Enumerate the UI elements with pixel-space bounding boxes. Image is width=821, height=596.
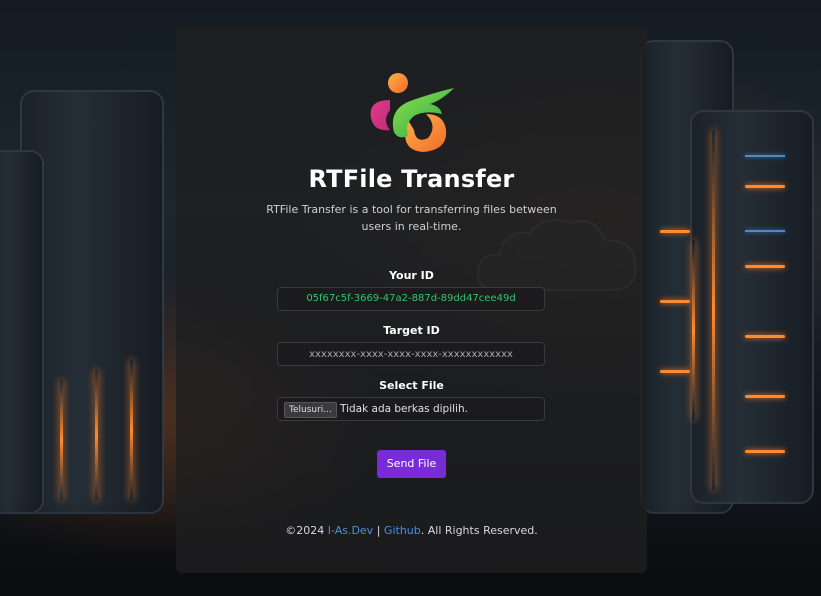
rack-slot — [745, 395, 785, 398]
rack-slot — [745, 265, 785, 268]
rack-slot — [745, 335, 785, 338]
server-rack-far-left — [0, 150, 44, 514]
app-description: RTFile Transfer is a tool for transferri… — [266, 203, 557, 233]
copyright-text: ©2024 — [285, 524, 325, 537]
file-input[interactable]: Telusuri... Tidak ada berkas dipilih. — [277, 397, 545, 421]
server-rack-far-right — [690, 110, 814, 504]
rack-slot — [660, 300, 690, 303]
rights-text: . All Rights Reserved. — [420, 524, 538, 537]
rtfile-logo-icon — [370, 73, 454, 152]
target-id-label: Target ID — [383, 324, 440, 337]
your-id-label: Your ID — [389, 269, 434, 282]
rack-slot — [660, 230, 690, 233]
glow-line — [60, 380, 63, 500]
send-file-button[interactable]: Send File — [377, 450, 446, 478]
rack-slot — [660, 370, 690, 373]
page-title: RTFile Transfer — [308, 165, 515, 193]
rack-slot — [745, 230, 785, 232]
rack-slot — [745, 450, 785, 453]
target-id-input[interactable] — [277, 342, 545, 366]
file-status-text: Tidak ada berkas dipilih. — [340, 403, 468, 415]
select-file-label: Select File — [379, 379, 444, 392]
glow-line — [130, 360, 133, 500]
rack-slot — [745, 185, 785, 188]
glow-line — [692, 240, 695, 420]
your-id-field[interactable]: 05f67c5f-3669-47a2-887d-89dd47cee49d — [277, 287, 545, 311]
rack-slot — [745, 155, 785, 157]
footer: ©2024 I-As.Dev | Github. All Rights Rese… — [176, 524, 647, 537]
github-link[interactable]: Github — [384, 524, 421, 537]
browse-button[interactable]: Telusuri... — [284, 402, 337, 418]
glow-line — [95, 370, 98, 500]
glow-line — [712, 130, 715, 490]
author-link[interactable]: I-As.Dev — [328, 524, 373, 537]
footer-separator: | — [376, 524, 381, 537]
